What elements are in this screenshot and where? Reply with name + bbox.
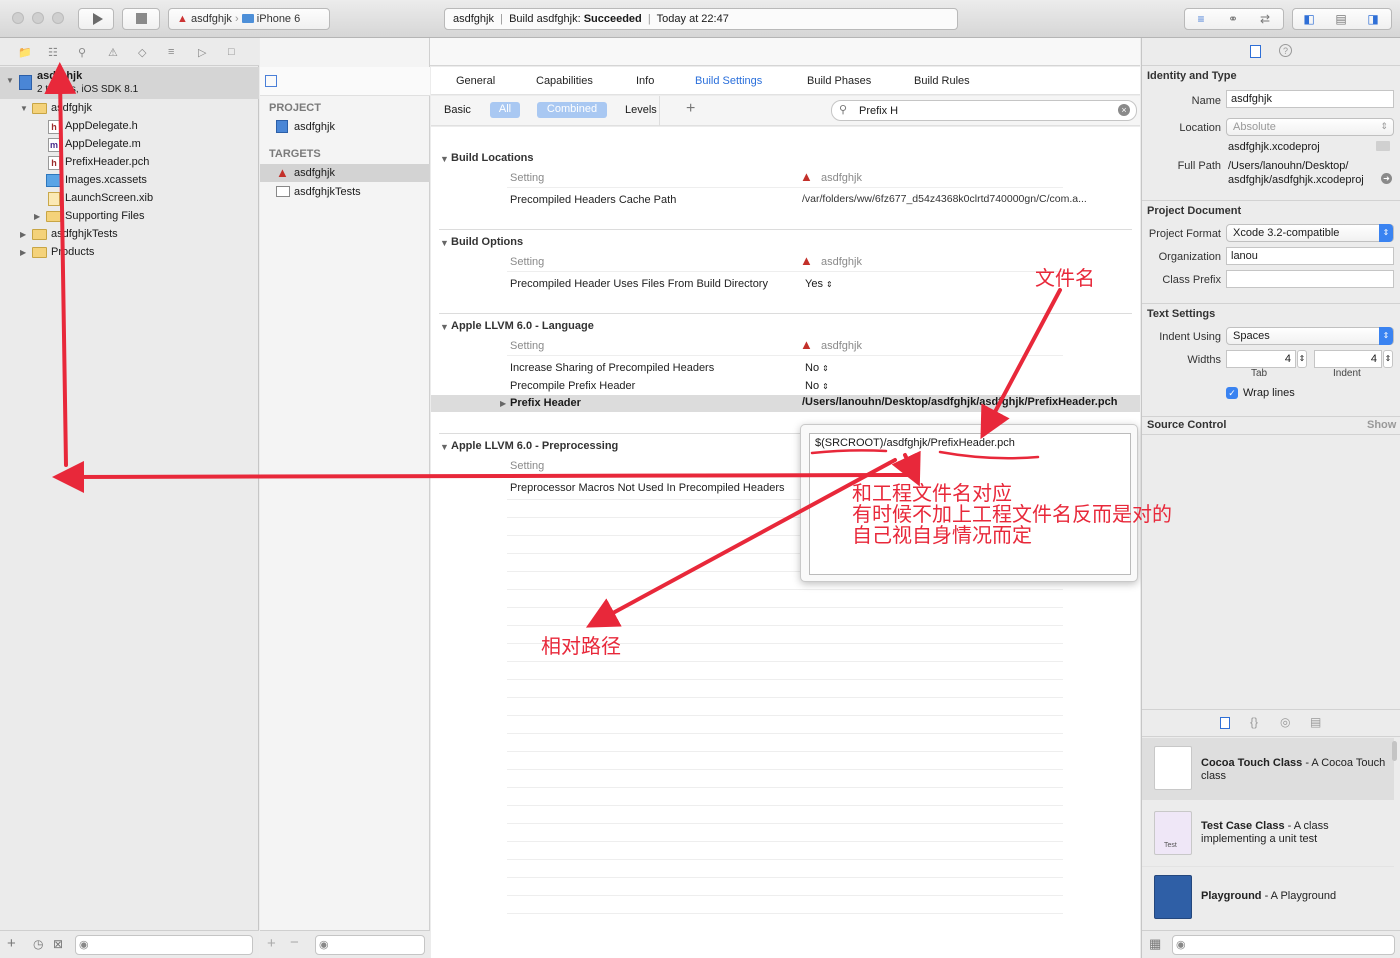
arrow-to-popover [891, 450, 921, 487]
underline-srcroot [810, 449, 888, 455]
annotation-note-line1: 和工程文件名对应 [852, 481, 1012, 505]
annotation-filename: 文件名 [1035, 266, 1095, 290]
arrow-to-left [52, 460, 917, 493]
arrow-to-project [44, 62, 77, 467]
arrow-to-filename [980, 288, 1062, 440]
arrow-relative-path [585, 458, 897, 628]
annotation-note: 和工程文件名对应 有时候不加上工程文件名反而是对的 自己视自身情况而定 [852, 483, 1172, 546]
annotation-note-line2: 有时候不加上工程文件名反而是对的 [852, 502, 1172, 526]
underline-filename [938, 450, 1040, 460]
annotation-note-line3: 自己视自身情况而定 [852, 523, 1032, 547]
annotation-relative-path: 相对路径 [541, 634, 621, 658]
annotation-arrows [44, 62, 1062, 628]
